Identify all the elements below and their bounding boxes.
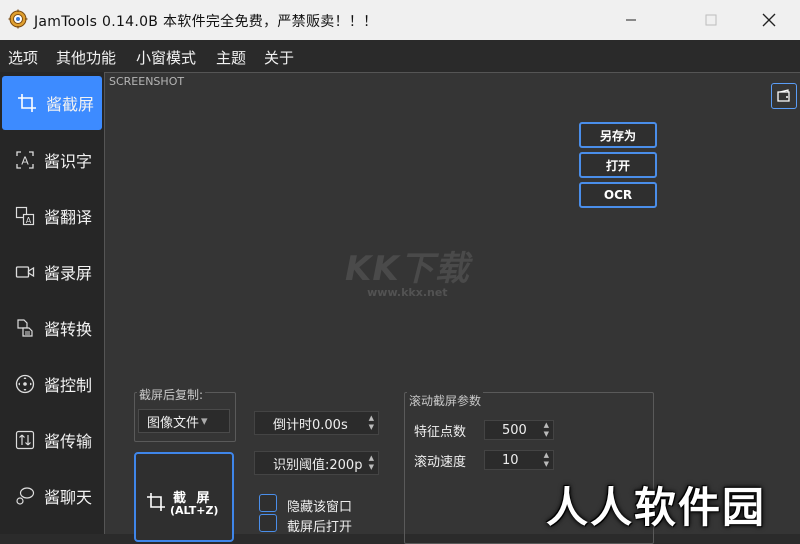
feature-points-label: 特征点数 — [414, 425, 467, 440]
feature-points-spinbox[interactable]: 500 ▲ ▼ — [484, 420, 554, 440]
chevron-down-icon: ▾ — [201, 413, 208, 429]
svg-text:A: A — [26, 216, 32, 225]
countdown-spinbox[interactable]: 倒计时0.00s ▲ ▼ — [254, 411, 379, 435]
sidebar-item-ocr[interactable]: A 酱识字 — [0, 132, 104, 188]
sidebar-item-label: 酱截屏 — [46, 95, 95, 114]
ocr-button[interactable]: OCR — [579, 182, 657, 208]
menu-mini-mode[interactable]: 小窗模式 — [136, 47, 196, 68]
transfer-icon — [14, 429, 36, 451]
menu-theme[interactable]: 主题 — [216, 47, 246, 68]
gear-flower-icon — [8, 9, 28, 29]
menu-about[interactable]: 关于 — [264, 47, 294, 68]
threshold-spinbox[interactable]: 识别阈值:200p ▲ ▼ — [254, 451, 379, 475]
copy-group-title: 截屏后复制: — [137, 386, 206, 403]
sidebar-item-chat[interactable]: 酱聊天 — [0, 468, 104, 524]
threshold-value: 识别阈值:200p — [273, 457, 363, 473]
sidebar-item-label: 酱聊天 — [44, 488, 93, 507]
scroll-speed-value: 10 — [502, 452, 519, 468]
copy-format-select[interactable]: 图像文件 ▾ — [138, 409, 230, 433]
video-camera-icon — [14, 261, 36, 283]
sidebar-item-label: 酱录屏 — [44, 264, 93, 283]
save-as-button[interactable]: 另存为 — [579, 122, 657, 148]
menu-bar: 选项 其他功能 小窗模式 主题 关于 — [0, 40, 800, 72]
chat-icon — [14, 485, 36, 507]
sidebar: 酱截屏 A 酱识字 A 酱翻译 酱录屏 酱转换 酱控制 酱传输 酱聊天 — [0, 72, 104, 534]
maximize-button[interactable] — [688, 0, 734, 40]
capture-button[interactable]: 截 屏 (ALT+Z) — [134, 452, 234, 542]
watermark: KK下载 www.kkx.net — [345, 241, 470, 299]
sidebar-item-label: 酱控制 — [44, 376, 93, 395]
control-icon — [14, 373, 36, 395]
maximize-icon — [705, 14, 717, 26]
feature-points-value: 500 — [502, 422, 527, 438]
close-button[interactable] — [746, 0, 792, 40]
crop-icon — [147, 493, 165, 511]
overlay-watermark: 人人软件园 — [546, 483, 767, 532]
spin-arrows-icon[interactable]: ▲ ▼ — [369, 414, 374, 432]
close-icon — [762, 13, 776, 27]
sidebar-item-label: 酱传输 — [44, 432, 93, 451]
sidebar-item-translate[interactable]: A 酱翻译 — [0, 188, 104, 244]
sidebar-item-label: 酱翻译 — [44, 208, 93, 227]
copy-format-value: 图像文件 — [147, 415, 200, 431]
sidebar-item-screenshot[interactable]: 酱截屏 — [2, 76, 102, 130]
window-title: JamTools 0.14.0B 本软件完全免费，严禁贩卖！！！ — [34, 14, 378, 30]
wallet-button[interactable] — [771, 83, 797, 109]
text-recognize-icon: A — [14, 149, 36, 171]
wallet-icon — [777, 89, 790, 102]
hide-window-checkbox[interactable] — [259, 494, 277, 512]
crop-icon — [16, 92, 38, 114]
countdown-value: 倒计时0.00s — [273, 417, 348, 433]
sidebar-item-transfer[interactable]: 酱传输 — [0, 412, 104, 468]
sidebar-item-control[interactable]: 酱控制 — [0, 356, 104, 412]
hide-window-label: 隐藏该窗口 — [287, 500, 353, 515]
spin-arrows-icon[interactable]: ▲ ▼ — [544, 451, 549, 469]
open-after-capture-checkbox[interactable] — [259, 514, 277, 532]
open-button[interactable]: 打开 — [579, 152, 657, 178]
sidebar-item-label: 酱识字 — [44, 152, 93, 171]
spin-arrows-icon[interactable]: ▲ ▼ — [544, 421, 549, 439]
sidebar-item-record[interactable]: 酱录屏 — [0, 244, 104, 300]
spin-arrows-icon[interactable]: ▲ ▼ — [369, 454, 374, 472]
menu-options[interactable]: 选项 — [8, 47, 38, 68]
watermark-logo: KK下载 — [345, 249, 470, 289]
title-bar: JamTools 0.14.0B 本软件完全免费，严禁贩卖！！！ — [0, 0, 800, 40]
menu-other-functions[interactable]: 其他功能 — [56, 47, 116, 68]
translate-icon: A — [14, 205, 36, 227]
screenshot-panel: SCREENSHOT 另存为 打开 OCR KK下载 www.kkx.net 截… — [104, 72, 800, 544]
scroll-speed-label: 滚动速度 — [414, 455, 467, 470]
open-after-capture-label: 截屏后打开 — [287, 520, 353, 535]
minimize-icon — [626, 19, 636, 21]
svg-text:A: A — [21, 155, 29, 168]
sidebar-item-label: 酱转换 — [44, 320, 93, 339]
minimize-button[interactable] — [608, 0, 654, 40]
scroll-params-title: 滚动截屏参数 — [407, 392, 484, 409]
capture-shortcut: (ALT+Z) — [170, 504, 219, 517]
sidebar-item-convert[interactable]: 酱转换 — [0, 300, 104, 356]
scroll-speed-spinbox[interactable]: 10 ▲ ▼ — [484, 450, 554, 470]
file-convert-icon — [14, 317, 36, 339]
section-label: SCREENSHOT — [109, 75, 185, 88]
